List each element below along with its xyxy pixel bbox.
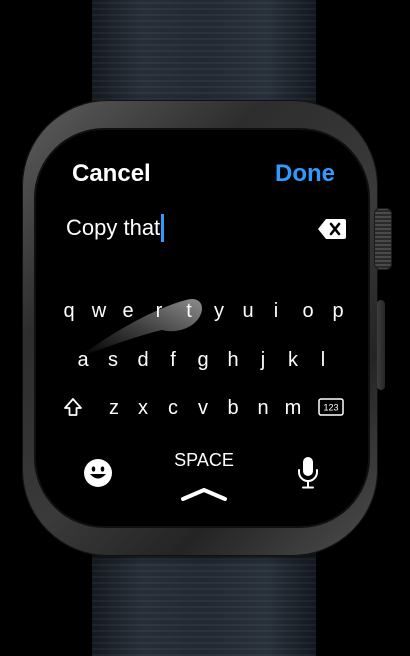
key-d[interactable]: d xyxy=(131,350,155,370)
key-s[interactable]: s xyxy=(101,350,125,370)
shift-icon[interactable] xyxy=(63,397,83,417)
key-p[interactable]: p xyxy=(326,301,350,321)
key-h[interactable]: h xyxy=(221,350,245,370)
key-j[interactable]: j xyxy=(251,350,275,370)
key-w[interactable]: w xyxy=(87,301,111,321)
key-k[interactable]: k xyxy=(281,350,305,370)
chevron-up-icon[interactable] xyxy=(180,487,228,501)
key-m[interactable]: m xyxy=(281,398,305,418)
key-f[interactable]: f xyxy=(161,350,185,370)
key-t[interactable]: t xyxy=(177,301,201,321)
key-i[interactable]: i xyxy=(264,301,288,321)
digital-crown[interactable] xyxy=(374,208,392,270)
key-o[interactable]: o xyxy=(296,301,320,321)
key-x[interactable]: x xyxy=(131,398,155,418)
space-key[interactable]: SPACE xyxy=(160,451,248,469)
done-button[interactable]: Done xyxy=(275,162,335,186)
key-r[interactable]: r xyxy=(147,301,171,321)
backspace-icon[interactable] xyxy=(317,218,347,240)
key-n[interactable]: n xyxy=(251,398,275,418)
text-cursor xyxy=(161,214,165,242)
emoji-icon[interactable] xyxy=(83,458,113,488)
key-u[interactable]: u xyxy=(236,301,260,321)
text-input-field[interactable]: Copy that xyxy=(66,214,165,242)
numbers-key[interactable]: 123 xyxy=(318,398,344,416)
key-a[interactable]: a xyxy=(71,350,95,370)
cancel-button[interactable]: Cancel xyxy=(72,162,151,186)
microphone-icon[interactable] xyxy=(296,456,320,490)
key-g[interactable]: g xyxy=(191,350,215,370)
input-text: Copy that xyxy=(66,215,161,240)
side-button[interactable] xyxy=(377,300,385,390)
numbers-key-label: 123 xyxy=(323,403,338,413)
key-l[interactable]: l xyxy=(311,350,335,370)
key-e[interactable]: e xyxy=(116,301,140,321)
key-z[interactable]: z xyxy=(102,398,126,418)
key-y[interactable]: y xyxy=(207,301,231,321)
key-v[interactable]: v xyxy=(191,398,215,418)
key-b[interactable]: b xyxy=(221,398,245,418)
key-q[interactable]: q xyxy=(57,301,81,321)
key-c[interactable]: c xyxy=(161,398,185,418)
